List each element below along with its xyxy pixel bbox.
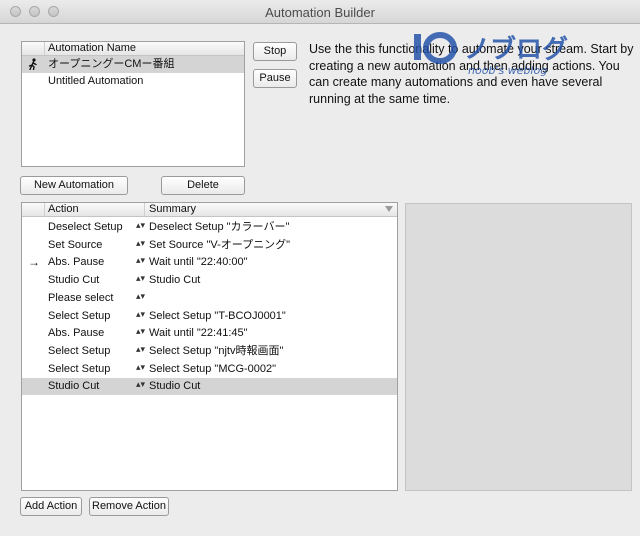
running-icon [28, 58, 37, 70]
action-popup-arrows-icon[interactable]: ▴▾ [136, 362, 145, 371]
watermark-logo: ノブログ noob's weblog [412, 30, 612, 78]
action-summary: Select Setup "njtv時報画面" [149, 344, 284, 357]
automation-row[interactable]: オープニングーCMー番組 [22, 56, 244, 73]
action-select[interactable]: Abs. Pause [48, 254, 104, 271]
title-bar: Automation Builder [0, 0, 640, 24]
action-row[interactable]: Select Setup ▴▾ Select Setup "njtv時報画面" [22, 343, 397, 360]
action-summary: Studio Cut [149, 274, 201, 287]
action-select[interactable]: Select Setup [48, 361, 110, 378]
action-popup-arrows-icon[interactable]: ▴▾ [136, 238, 145, 247]
action-summary: Wait until "22:40:00" [149, 256, 248, 269]
action-summary: Select Setup "T-BCOJ0001" [149, 309, 286, 322]
actions-table-header[interactable]: Action Summary [22, 203, 397, 217]
action-row[interactable]: Select Setup ▴▾ Select Setup "MCG-0002" [22, 361, 397, 378]
sort-indicator-icon [385, 206, 393, 212]
remove-action-button[interactable]: Remove Action [89, 497, 169, 516]
action-summary: Deselect Setup "カラーバー" [149, 221, 290, 233]
current-step-arrow-icon: → [28, 255, 40, 270]
action-popup-arrows-icon[interactable]: ▴▾ [136, 344, 145, 353]
column-divider [44, 203, 45, 216]
action-row[interactable]: → Abs. Pause ▴▾ Wait until "22:40:00" [22, 254, 397, 271]
action-row[interactable]: Studio Cut ▴▾ Studio Cut [22, 272, 397, 289]
add-action-button[interactable]: Add Action [20, 497, 82, 516]
actions-table[interactable]: Action Summary Deselect Setup ▴▾ Deselect … [21, 202, 398, 491]
stop-button[interactable]: Stop [253, 42, 297, 61]
action-popup-arrows-icon[interactable]: ▴▾ [136, 256, 145, 265]
action-row[interactable]: Studio Cut ▴▾ Studio Cut [22, 378, 397, 396]
action-row[interactable]: Deselect Setup ▴▾ Deselect Setup "カラーバー" [22, 219, 397, 236]
action-popup-arrows-icon[interactable]: ▴▾ [136, 327, 145, 336]
action-select[interactable]: Set Source [48, 237, 102, 254]
window-title: Automation Builder [265, 5, 375, 20]
action-detail-panel [405, 203, 632, 491]
automation-name: Untitled Automation [48, 75, 144, 87]
action-popup-arrows-icon[interactable]: ▴▾ [136, 274, 145, 283]
action-popup-arrows-icon[interactable]: ▴▾ [136, 291, 145, 300]
watermark-text: ノブログ [464, 34, 568, 65]
action-popup-arrows-icon[interactable]: ▴▾ [136, 380, 145, 389]
action-select[interactable]: Studio Cut [48, 272, 99, 289]
action-select[interactable]: Select Setup [48, 343, 110, 360]
automation-name-column-header: Automation Name [48, 42, 137, 54]
action-summary: Wait until "22:41:45" [149, 327, 248, 340]
summary-column-header[interactable]: Summary [149, 203, 196, 216]
automation-name: オープニングーCMー番組 [48, 58, 175, 70]
delete-automation-button[interactable]: Delete [161, 176, 245, 195]
action-select[interactable]: Abs. Pause [48, 325, 104, 342]
action-popup-arrows-icon[interactable]: ▴▾ [136, 221, 145, 230]
action-row[interactable]: Please select ▴▾ [22, 290, 397, 307]
automation-list[interactable]: Automation Name オープニングーCMー番組 Untitled Aut… [21, 41, 245, 167]
action-summary: Set Source "V-オープニング" [149, 238, 291, 251]
action-column-header[interactable]: Action [48, 203, 79, 216]
action-row[interactable]: Set Source ▴▾ Set Source "V-オープニング" [22, 237, 397, 254]
action-summary: Studio Cut [149, 380, 201, 393]
action-popup-arrows-icon[interactable]: ▴▾ [136, 309, 145, 318]
action-row[interactable]: Abs. Pause ▴▾ Wait until "22:41:45" [22, 325, 397, 342]
automation-row[interactable]: Untitled Automation [22, 73, 244, 90]
new-automation-button[interactable]: New Automation [20, 176, 128, 195]
pause-button[interactable]: Pause [253, 69, 297, 88]
action-select[interactable]: Please select [48, 290, 113, 307]
automation-list-header[interactable]: Automation Name [22, 42, 244, 56]
column-divider [44, 42, 45, 55]
action-select[interactable]: Select Setup [48, 308, 110, 325]
action-select[interactable]: Deselect Setup [48, 219, 123, 236]
action-select[interactable]: Studio Cut [48, 378, 99, 395]
column-divider [144, 203, 145, 216]
watermark-subtext: noob's weblog [468, 64, 547, 77]
action-row[interactable]: Select Setup ▴▾ Select Setup "T-BCOJ0001" [22, 308, 397, 325]
action-summary: Select Setup "MCG-0002" [149, 362, 277, 375]
